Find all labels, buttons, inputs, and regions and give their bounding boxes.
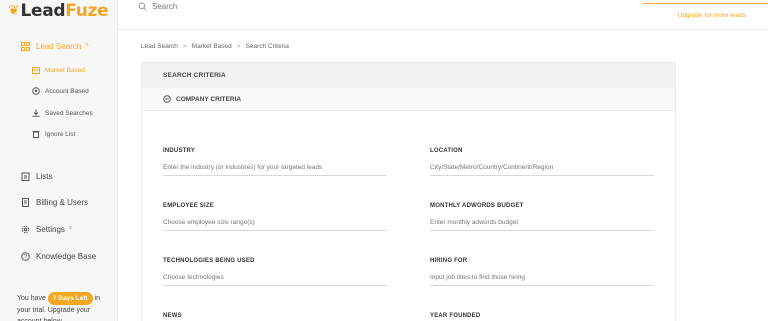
industry-field: INDUSTRY <box>163 148 387 176</box>
section-title: COMPANY CRITERIA <box>176 95 242 103</box>
search-criteria-card: SEARCH CRITERIA COMPANY CRITERIA INDUSTR… <box>141 62 676 321</box>
trash-icon <box>32 130 40 138</box>
sidebar-item-market-based[interactable]: Market Based <box>32 66 85 74</box>
trial-notice: You have 7 Days Left in your trial. Upgr… <box>17 292 112 321</box>
field-label: LOCATION <box>430 148 463 154</box>
collapse-minus-icon <box>163 95 171 103</box>
sidebar-item-label: Saved Searches <box>45 109 93 117</box>
chevron-up-icon: ˄ <box>85 43 89 49</box>
sidebar-item-label: Market Based <box>45 66 86 74</box>
sidebar-item-label: Settings <box>36 224 65 234</box>
adwords-budget-field: MONTHLY ADWORDS BUDGET <box>430 203 654 231</box>
field-label: HIRING FOR <box>430 258 468 264</box>
target-icon <box>32 87 40 95</box>
upgrade-link[interactable]: Upgrade for more leads <box>678 12 746 19</box>
download-icon <box>32 109 40 117</box>
sidebar-item-knowledge-base[interactable]: ? Knowledge Base <box>20 251 96 261</box>
trial-prefix: You have <box>17 295 46 302</box>
field-label: NEWS <box>163 313 182 319</box>
breadcrumb-separator: > <box>182 43 187 50</box>
sidebar-item-label: Knowledge Base <box>36 251 97 261</box>
company-criteria-toggle[interactable]: COMPANY CRITERIA <box>142 88 675 111</box>
sidebar-item-saved-searches[interactable]: Saved Searches <box>32 109 93 117</box>
sidebar-item-billing-users[interactable]: Billing & Users <box>20 197 88 207</box>
building-icon <box>32 66 40 74</box>
year-founded-field: YEAR FOUNDED <box>430 313 654 319</box>
sidebar-item-lead-search[interactable]: Lead Search ˄ <box>20 41 89 51</box>
sidebar-item-settings[interactable]: Settings ˅ <box>20 224 72 234</box>
search-input[interactable] <box>152 1 332 11</box>
question-circle-icon: ? <box>20 251 30 261</box>
employee-size-field: EMPLOYEE SIZE <box>163 203 387 231</box>
news-field: NEWS <box>163 313 387 319</box>
chevron-down-icon: ˅ <box>68 226 73 232</box>
sidebar: ❦ Lead Fuze Lead Search ˄ Market Based Ac… <box>0 0 118 321</box>
trial-days-badge: 7 Days Left <box>47 292 93 305</box>
leadfuze-logo[interactable]: ❦ Lead Fuze <box>8 0 109 22</box>
topbar: Upgrade for more leads <box>118 0 768 30</box>
sidebar-item-label: Account Based <box>45 87 89 95</box>
card-title: SEARCH CRITERIA <box>142 63 675 88</box>
field-label: TECHNOLOGIES BEING USED <box>163 258 255 264</box>
field-label: EMPLOYEE SIZE <box>163 203 214 209</box>
location-input[interactable] <box>430 164 654 176</box>
technologies-field: TECHNOLOGIES BEING USED <box>163 258 387 286</box>
sidebar-item-account-based[interactable]: Account Based <box>32 87 89 95</box>
location-field: LOCATION <box>430 148 654 176</box>
field-label: MONTHLY ADWORDS BUDGET <box>430 203 524 209</box>
sidebar-item-label: Lead Search <box>36 41 82 51</box>
sidebar-item-label: Lists <box>36 171 53 181</box>
adwords-budget-input[interactable] <box>430 219 654 231</box>
grid-icon <box>20 41 30 51</box>
upgrade-divider <box>643 3 768 4</box>
employee-size-input[interactable] <box>163 219 387 231</box>
gear-icon <box>20 224 30 234</box>
field-label: INDUSTRY <box>163 148 196 154</box>
breadcrumb-separator: > <box>236 43 241 50</box>
breadcrumb: Lead Search > Market Based > Search Crit… <box>141 43 289 50</box>
hiring-for-input[interactable] <box>430 274 654 286</box>
logo-text-prefix: Lead <box>20 1 66 21</box>
breadcrumb-search-criteria: Search Criteria <box>245 43 289 50</box>
logo-text-suffix: Fuze <box>65 1 109 21</box>
hiring-for-field: HIRING FOR <box>430 258 654 286</box>
breadcrumb-lead-search[interactable]: Lead Search <box>141 43 178 50</box>
clipboard-icon <box>20 171 30 181</box>
search-icon <box>138 2 147 11</box>
sidebar-item-label: Ignore List <box>45 130 76 138</box>
technologies-input[interactable] <box>163 274 387 286</box>
field-label: YEAR FOUNDED <box>430 313 481 319</box>
sidebar-item-ignore-list[interactable]: Ignore List <box>32 130 75 138</box>
flame-icon: ❦ <box>8 3 20 19</box>
receipt-icon <box>20 197 30 207</box>
industry-input[interactable] <box>163 164 387 176</box>
sidebar-item-label: Billing & Users <box>36 197 89 207</box>
breadcrumb-market-based[interactable]: Market Based <box>192 43 232 50</box>
sidebar-item-lists[interactable]: Lists <box>20 171 52 181</box>
search-bar <box>138 0 332 12</box>
